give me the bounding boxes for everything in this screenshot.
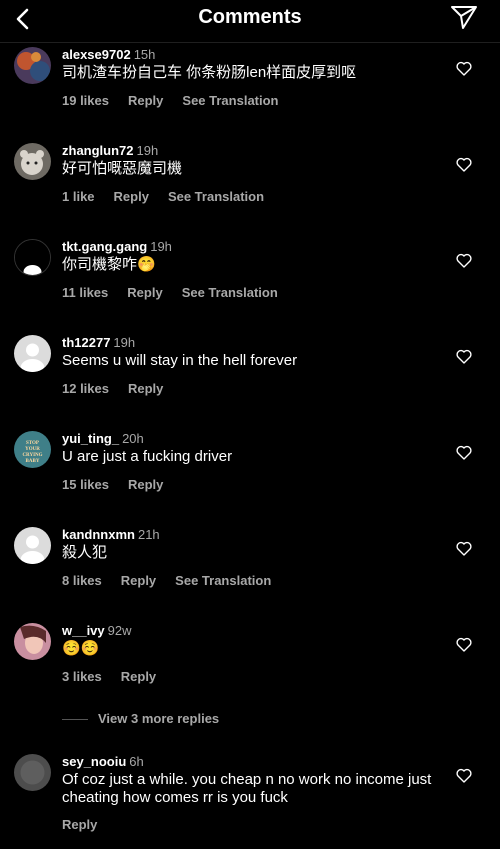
reply-button[interactable]: Reply <box>128 477 163 492</box>
comment-text: ☺️☺️ <box>62 640 100 657</box>
comment-actions: 3 likes Reply <box>62 669 175 684</box>
comment-text: 司机渣车扮自己车 你条粉肠len样面皮厚到呕 <box>62 64 357 81</box>
heart-outline-icon[interactable] <box>456 637 472 652</box>
comment-username[interactable]: sey_nooiu <box>62 754 126 769</box>
svg-text:BABY: BABY <box>26 459 40 464</box>
heart-outline-icon[interactable] <box>456 157 472 172</box>
see-translation-button[interactable]: See Translation <box>182 93 278 108</box>
comment-actions: 15 likes Reply <box>62 477 182 492</box>
likes-count[interactable]: 8 likes <box>62 573 102 588</box>
reply-button[interactable]: Reply <box>62 817 97 832</box>
comment-text: 好可怕嘅惡魔司機 <box>62 160 183 177</box>
reply-button[interactable]: Reply <box>114 189 149 204</box>
comment-time: 15h <box>133 47 156 62</box>
heart-outline-icon[interactable] <box>456 253 472 268</box>
avatar[interactable]: STOP YOUR CRYING BABY <box>14 431 51 468</box>
header-bar: Comments <box>0 0 500 43</box>
reply-button[interactable]: Reply <box>127 285 162 300</box>
see-translation-button[interactable]: See Translation <box>182 285 278 300</box>
likes-count[interactable]: 12 likes <box>62 381 109 396</box>
comment-actions: 12 likes Reply <box>62 381 182 396</box>
likes-count[interactable]: 1 like <box>62 189 95 204</box>
comment-text: Seems u will stay in the hell forever <box>62 352 298 369</box>
reply-button[interactable]: Reply <box>121 573 156 588</box>
comment-text: Of coz just a while. you cheap n no work… <box>62 771 432 806</box>
avatar[interactable] <box>14 754 51 791</box>
heart-outline-icon[interactable] <box>456 61 472 76</box>
reply-button[interactable]: Reply <box>128 381 163 396</box>
avatar[interactable] <box>14 143 51 180</box>
avatar[interactable] <box>14 239 51 276</box>
see-translation-button[interactable]: See Translation <box>175 573 271 588</box>
comment-time: 6h <box>129 754 144 769</box>
comment-time: 20h <box>122 431 144 446</box>
comment-time: 19h <box>150 239 172 254</box>
comment-text: 你司機黎咋🤭 <box>62 256 156 273</box>
comment-time: 92w <box>107 623 132 638</box>
heart-outline-icon[interactable] <box>456 445 472 460</box>
comment-time: 19h <box>136 143 159 158</box>
likes-count[interactable]: 15 likes <box>62 477 109 492</box>
likes-count[interactable]: 11 likes <box>62 285 108 300</box>
comment-time: 19h <box>113 335 136 350</box>
view-more-replies-button[interactable]: View 3 more replies <box>62 711 219 726</box>
avatar[interactable] <box>14 335 51 372</box>
comment-username[interactable]: zhanglun72 <box>62 143 134 158</box>
reply-button[interactable]: Reply <box>121 669 156 684</box>
comment-actions: 8 likes Reply See Translation <box>62 573 290 588</box>
comment-actions: 1 like Reply See Translation <box>62 189 283 204</box>
comment-time: 21h <box>137 527 160 542</box>
comment-actions: Reply <box>62 817 116 832</box>
svg-text:CRYING: CRYING <box>22 453 42 458</box>
likes-count[interactable]: 3 likes <box>62 669 102 684</box>
divider-line <box>62 719 88 721</box>
comment-username[interactable]: yui_ting_ <box>62 431 119 446</box>
comment-username[interactable]: tkt.gang.gang <box>62 239 147 254</box>
comment-username[interactable]: alexse9702 <box>62 47 131 62</box>
reply-button[interactable]: Reply <box>128 93 163 108</box>
send-icon[interactable] <box>450 4 478 30</box>
see-translation-button[interactable]: See Translation <box>168 189 264 204</box>
avatar[interactable] <box>14 623 51 660</box>
view-more-replies-label: View 3 more replies <box>98 711 220 726</box>
comment-username[interactable]: w__ivy <box>62 623 105 638</box>
avatar[interactable] <box>14 47 51 84</box>
heart-outline-icon[interactable] <box>456 768 472 783</box>
comment-text: 殺人犯 <box>62 544 108 561</box>
avatar-badge-graphic: STOP YOUR CRYING BABY <box>14 431 51 468</box>
heart-outline-icon[interactable] <box>456 349 472 364</box>
likes-count[interactable]: 19 likes <box>62 93 109 108</box>
svg-text:YOUR: YOUR <box>25 447 40 452</box>
heart-outline-icon[interactable] <box>456 541 472 556</box>
comment-text: U are just a fucking driver <box>62 448 233 465</box>
page-title: Comments <box>198 6 302 28</box>
comment-username[interactable]: kandnnxmn <box>62 527 135 542</box>
avatar[interactable] <box>14 527 51 564</box>
comment-actions: 11 likes Reply See Translation <box>62 285 297 300</box>
comment-username[interactable]: th12277 <box>62 335 110 350</box>
comment-actions: 19 likes Reply See Translation <box>62 93 298 108</box>
svg-text:STOP: STOP <box>26 441 39 446</box>
